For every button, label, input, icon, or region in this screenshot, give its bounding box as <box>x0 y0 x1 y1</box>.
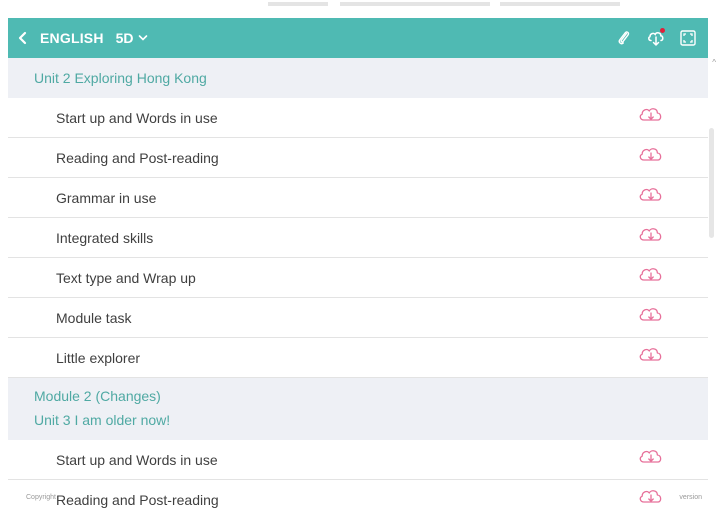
faded-text <box>268 2 328 6</box>
section-title: Unit 3 I am older now! <box>34 412 171 428</box>
cloud-download-icon <box>637 487 665 512</box>
top-strip <box>0 0 716 18</box>
lesson-item[interactable]: Reading and Post-reading <box>8 138 708 178</box>
lesson-label: Start up and Words in use <box>56 451 218 468</box>
section-header: Module 2 (Changes) Unit 3 I am older now! <box>8 378 708 440</box>
download-button[interactable] <box>636 308 666 328</box>
fullscreen-icon <box>680 30 696 46</box>
download-manager-button[interactable] <box>646 28 666 48</box>
lesson-item[interactable]: Integrated skills <box>8 218 708 258</box>
lesson-item[interactable]: Start up and Words in use <box>8 98 708 138</box>
app-window: ENGLISH 5D Unit 2 Exploring Hong Kong St… <box>0 0 716 513</box>
faded-text <box>500 2 620 6</box>
lesson-label: Grammar in use <box>56 189 157 206</box>
app-header: ENGLISH 5D <box>8 18 708 58</box>
download-button[interactable] <box>636 108 666 128</box>
lesson-item[interactable]: Start up and Words in use <box>8 440 708 480</box>
faded-text <box>340 2 490 6</box>
notification-dot <box>660 28 665 33</box>
lesson-label: Little explorer <box>56 349 141 366</box>
lesson-item[interactable]: Text type and Wrap up <box>8 258 708 298</box>
lesson-label: Module task <box>56 309 132 326</box>
download-button[interactable] <box>636 148 666 168</box>
lesson-label: Integrated skills <box>56 229 154 246</box>
download-button[interactable] <box>636 228 666 248</box>
header-actions <box>614 28 708 48</box>
scrollbar[interactable] <box>709 128 714 238</box>
section-title: Module 2 (Changes) <box>34 388 161 404</box>
download-button[interactable] <box>636 348 666 368</box>
cloud-download-icon <box>637 145 665 170</box>
download-button[interactable] <box>636 188 666 208</box>
download-button[interactable] <box>636 490 666 510</box>
back-chevron-icon <box>18 31 27 45</box>
lesson-item[interactable]: Reading and Post-reading <box>8 480 708 513</box>
fullscreen-button[interactable] <box>678 28 698 48</box>
lesson-item[interactable]: Little explorer <box>8 338 708 378</box>
cloud-download-icon <box>637 305 665 330</box>
grade-label: 5D <box>115 30 134 46</box>
lesson-item[interactable]: Module task <box>8 298 708 338</box>
back-button[interactable] <box>8 31 38 45</box>
chevron-down-icon <box>138 34 148 42</box>
subject-title: ENGLISH <box>40 30 104 46</box>
lesson-label: Start up and Words in use <box>56 109 218 126</box>
clip-icon <box>618 31 630 45</box>
lesson-list: Unit 2 Exploring Hong Kong Start up and W… <box>8 58 708 513</box>
lesson-label: Text type and Wrap up <box>56 269 196 286</box>
lesson-item[interactable]: Grammar in use <box>8 178 708 218</box>
section-title: Unit 2 Exploring Hong Kong <box>34 70 207 86</box>
cloud-download-icon <box>637 105 665 130</box>
cloud-download-icon <box>637 447 665 472</box>
cloud-download-icon <box>637 225 665 250</box>
lesson-label: Reading and Post-reading <box>56 149 219 166</box>
cloud-download-icon <box>637 185 665 210</box>
lesson-label: Reading and Post-reading <box>56 491 219 508</box>
cloud-download-icon <box>637 345 665 370</box>
download-button[interactable] <box>636 450 666 470</box>
section-header: Unit 2 Exploring Hong Kong <box>8 58 708 98</box>
download-button[interactable] <box>636 268 666 288</box>
grade-dropdown[interactable]: 5D <box>116 30 148 46</box>
cloud-download-icon <box>637 265 665 290</box>
attachment-button[interactable] <box>614 28 634 48</box>
scroll-arrow-icon[interactable]: ^ <box>712 58 716 67</box>
